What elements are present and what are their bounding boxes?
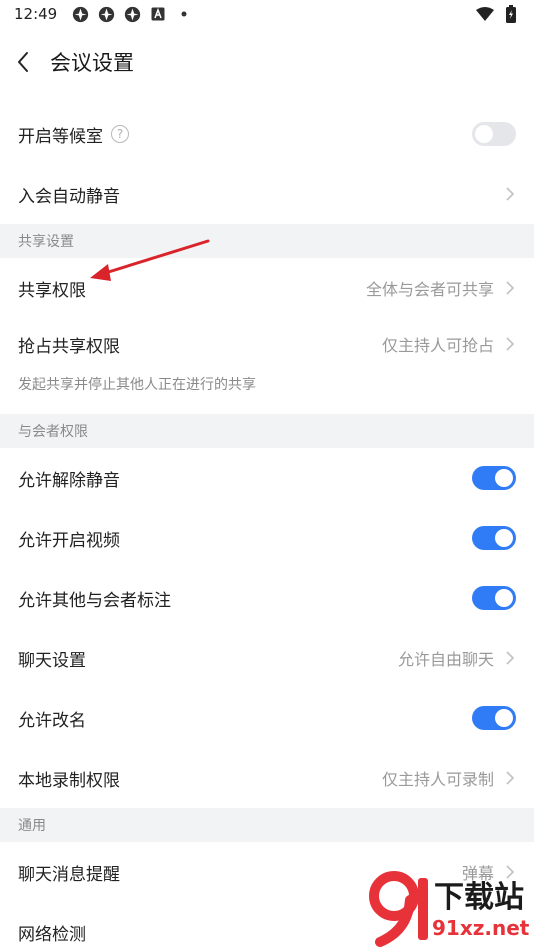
local-record-label: 本地录制权限 xyxy=(18,770,120,791)
allow-unmute-toggle[interactable] xyxy=(472,466,516,490)
grab-share-label: 抢占共享权限 xyxy=(18,336,120,357)
status-time: 12:49 xyxy=(14,5,58,23)
network-check-label: 网络检测 xyxy=(18,924,86,945)
waiting-room-label: 开启等候室 xyxy=(18,126,103,147)
battery-charging-icon xyxy=(502,5,520,23)
allow-video-row: 允许开启视频 xyxy=(0,508,534,568)
allow-unmute-row: 允许解除静音 xyxy=(0,448,534,508)
watermark-domain: 91xz.net xyxy=(432,916,530,940)
font-app-icon xyxy=(149,5,167,23)
chevron-left-icon xyxy=(18,52,28,72)
settings-list: 开启等候室 ? 入会自动静音 共享设置 共享权限 全体与会者可共享 抢占共享权限… xyxy=(0,104,534,950)
grab-share-row[interactable]: 抢占共享权限 仅主持人可抢占 xyxy=(0,318,534,370)
waiting-room-toggle[interactable] xyxy=(472,122,516,146)
watermark-logo: 下载站 91xz.net xyxy=(362,868,534,950)
general-section-header: 通用 xyxy=(0,808,534,842)
chat-reminder-label: 聊天消息提醒 xyxy=(18,864,120,885)
chevron-right-icon xyxy=(506,187,515,201)
share-permission-value: 全体与会者可共享 xyxy=(365,280,494,299)
participant-section-header: 与会者权限 xyxy=(0,414,534,448)
chat-settings-value: 允许自由聊天 xyxy=(397,650,494,669)
watermark-text: 下载站 xyxy=(434,880,524,915)
waiting-room-row: 开启等候室 ? xyxy=(0,104,534,164)
back-button[interactable] xyxy=(0,36,46,88)
app-notification-icon xyxy=(71,5,89,23)
allow-annotate-toggle[interactable] xyxy=(472,586,516,610)
local-record-row[interactable]: 本地录制权限 仅主持人可录制 xyxy=(0,748,534,808)
auto-mute-label: 入会自动静音 xyxy=(18,186,120,207)
allow-rename-row: 允许改名 xyxy=(0,688,534,748)
chevron-right-icon xyxy=(506,771,515,785)
app-notification-icon xyxy=(123,5,141,23)
chevron-right-icon xyxy=(506,651,515,665)
allow-video-label: 允许开启视频 xyxy=(18,530,120,551)
watermark-logo-icon xyxy=(369,871,428,947)
nav-bar: 会议设置 xyxy=(0,36,534,88)
chevron-right-icon xyxy=(506,337,515,351)
allow-rename-label: 允许改名 xyxy=(18,710,86,731)
app-notification-icon xyxy=(97,5,115,23)
chat-settings-label: 聊天设置 xyxy=(18,650,86,671)
status-bar: 12:49 xyxy=(0,0,534,28)
chevron-right-icon xyxy=(506,281,515,295)
page-title: 会议设置 xyxy=(50,51,134,75)
allow-rename-toggle[interactable] xyxy=(472,706,516,730)
help-icon[interactable]: ? xyxy=(111,125,129,143)
share-permission-label: 共享权限 xyxy=(18,280,86,301)
grab-share-value: 仅主持人可抢占 xyxy=(381,336,494,355)
auto-mute-row[interactable]: 入会自动静音 xyxy=(0,164,534,224)
local-record-value: 仅主持人可录制 xyxy=(381,770,494,789)
allow-annotate-label: 允许其他与会者标注 xyxy=(18,590,171,611)
chat-settings-row[interactable]: 聊天设置 允许自由聊天 xyxy=(0,628,534,688)
allow-annotate-row: 允许其他与会者标注 xyxy=(0,568,534,628)
grab-share-note: 发起共享并停止其他人正在进行的共享 xyxy=(18,377,256,393)
wifi-icon xyxy=(476,5,494,23)
allow-video-toggle[interactable] xyxy=(472,526,516,550)
annotation-arrow-icon xyxy=(90,239,210,281)
allow-unmute-label: 允许解除静音 xyxy=(18,470,120,491)
more-notifications-dot-icon xyxy=(175,5,193,23)
